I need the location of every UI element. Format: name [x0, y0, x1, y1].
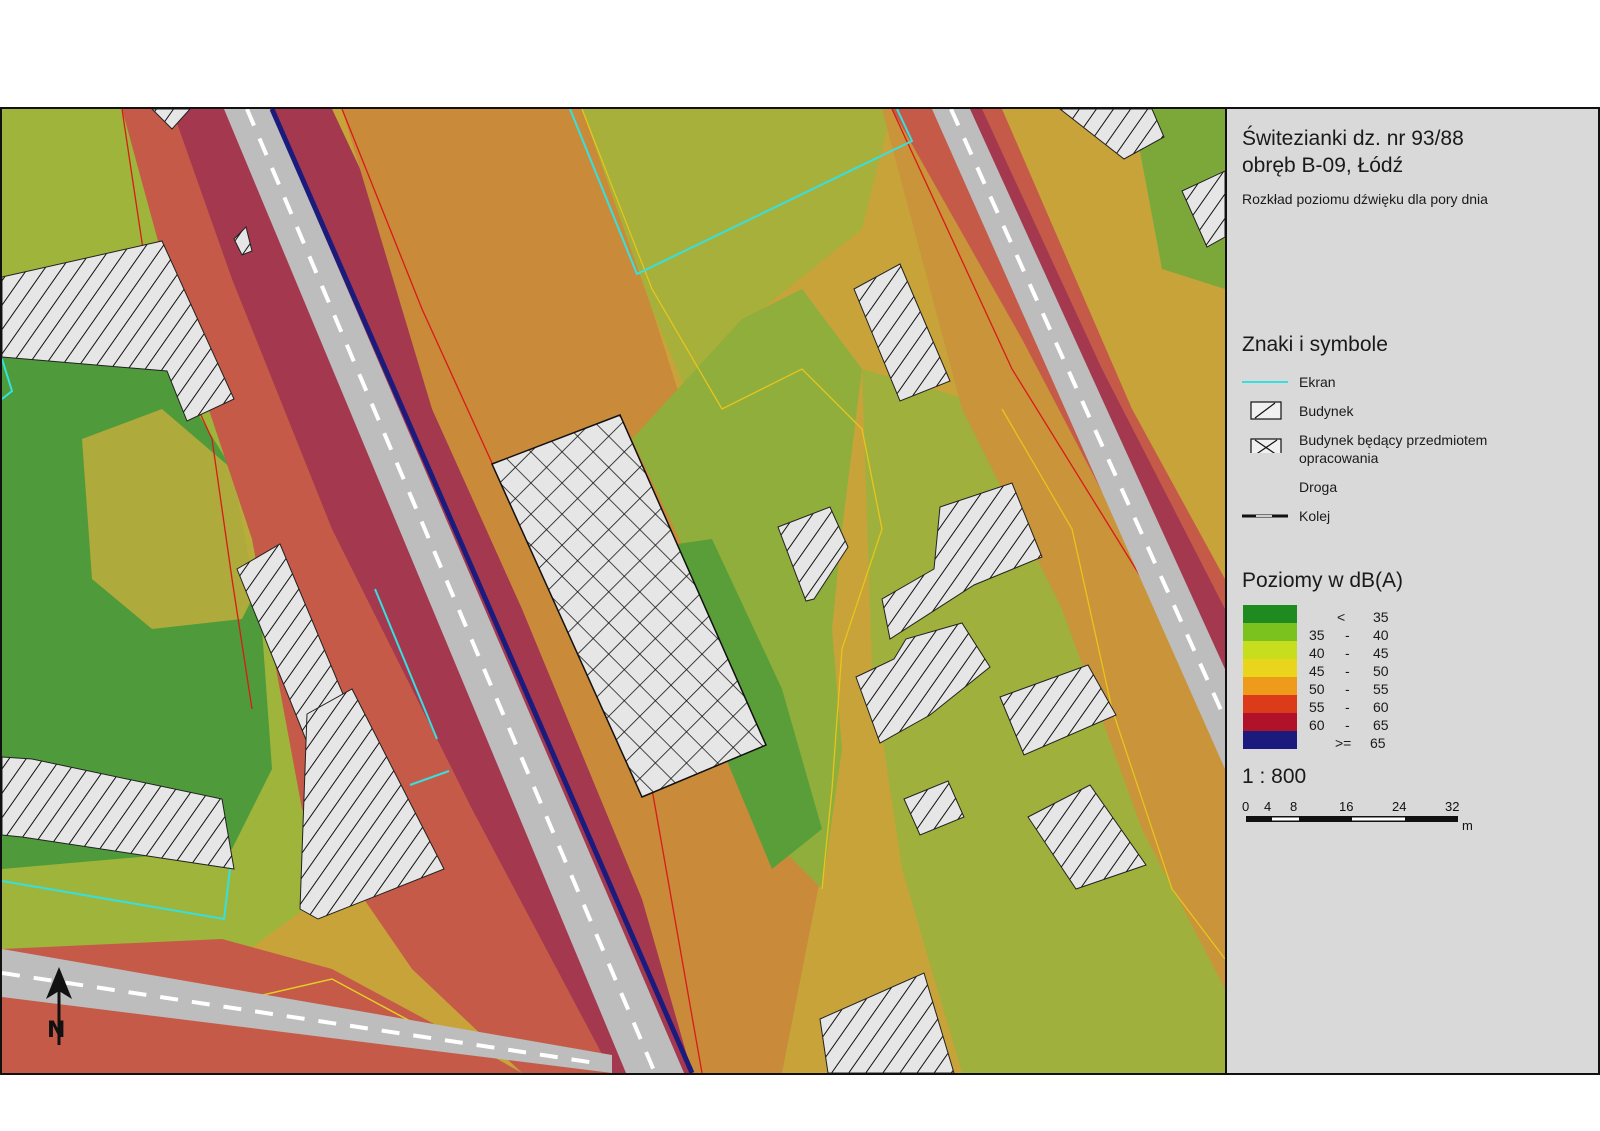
level-from: 60 [1309, 717, 1325, 733]
level-to: 55 [1373, 681, 1389, 697]
legend-item-subject-building: Budynek będący przedmiotem opracowania [1242, 427, 1582, 467]
level-swatch [1243, 731, 1297, 749]
level-label-lt35: < 35 [1309, 609, 1429, 627]
level-to: 50 [1373, 663, 1389, 679]
level-swatch [1243, 659, 1297, 677]
map-title-line1: Świtezianki dz. nr 93/88 [1242, 127, 1464, 150]
legend-label: Droga [1299, 479, 1338, 495]
level-dash: - [1345, 663, 1350, 679]
legend-item-kolej: Kolej [1242, 503, 1582, 529]
scale-tick-label: 8 [1290, 799, 1297, 814]
scale-bar: 0 4 8 16 24 32 m [1242, 799, 1473, 833]
level-label-45-50: 45 - 50 [1309, 663, 1429, 681]
level-from: 55 [1309, 699, 1325, 715]
map-subtitle: Rozkład poziomu dźwięku dla pory dnia [1242, 191, 1488, 207]
level-dash: - [1345, 681, 1350, 697]
north-label: N [47, 1018, 65, 1043]
level-label-60-65: 60 - 65 [1309, 717, 1429, 735]
level-swatch [1243, 623, 1297, 641]
subject-building-icon [1250, 438, 1282, 453]
legend-item-droga: Droga [1242, 474, 1582, 500]
level-from: 35 [1309, 627, 1325, 643]
levels-heading: Poziomy w dB(A) [1242, 569, 1404, 592]
level-to: 45 [1373, 645, 1389, 661]
building-hatch-icon [1250, 401, 1282, 420]
level-from: >= [1335, 735, 1352, 751]
level-to: 35 [1373, 609, 1389, 625]
legend-label-line1: Budynek będący przedmiotem [1299, 432, 1488, 448]
level-dash: - [1345, 717, 1350, 733]
level-swatches [1243, 605, 1297, 749]
level-label-35-40: 35 - 40 [1309, 627, 1429, 645]
level-dash: - [1345, 627, 1350, 643]
level-swatch [1243, 695, 1297, 713]
level-from: 45 [1309, 663, 1325, 679]
scale-tick-label: 24 [1392, 799, 1406, 814]
legend-panel: Świtezianki dz. nr 93/88 obręb B-09, Łód… [1227, 109, 1598, 1073]
noise-map: N [2, 109, 1227, 1073]
scale-tick-label: 16 [1339, 799, 1353, 814]
legend-label: Ekran [1299, 374, 1336, 390]
level-to: 65 [1370, 735, 1386, 751]
map-layout-frame: N Świtezianki dz. nr 93/88 obręb B-09, Ł… [0, 107, 1600, 1075]
scale-ratio: 1 : 800 [1242, 765, 1307, 788]
legend-label-line2: opracowania [1299, 450, 1379, 466]
legend-label: Budynek będący przedmiotem opracowania [1299, 431, 1487, 467]
road-icon [1242, 474, 1290, 500]
level-swatch [1243, 713, 1297, 731]
legend-label: Kolej [1299, 508, 1331, 524]
level-dash: - [1345, 645, 1350, 661]
legend-heading: Znaki i symbole [1242, 333, 1388, 356]
scale-unit: m [1462, 818, 1473, 833]
level-to: 65 [1373, 717, 1389, 733]
level-label-50-55: 50 - 55 [1309, 681, 1429, 699]
railway-icon [1242, 514, 1288, 518]
level-label-55-60: 55 - 60 [1309, 699, 1429, 717]
scale-tick-label: 4 [1264, 799, 1271, 814]
level-from: 50 [1309, 681, 1325, 697]
level-from: < [1337, 609, 1346, 625]
scale-tick-label: 32 [1445, 799, 1459, 814]
level-from: 40 [1309, 645, 1325, 661]
legend-item-budynek: Budynek [1242, 398, 1582, 424]
level-swatch [1243, 641, 1297, 659]
level-to: 60 [1373, 699, 1389, 715]
screen-line-icon [1242, 381, 1288, 383]
level-to: 40 [1373, 627, 1389, 643]
level-swatch [1243, 605, 1297, 623]
level-label-ge65: >= 65 [1309, 735, 1429, 753]
level-swatch [1243, 677, 1297, 695]
legend-label: Budynek [1299, 403, 1354, 419]
map-title-line2: obręb B-09, Łódź [1242, 154, 1404, 177]
scale-tick-label: 0 [1242, 799, 1249, 814]
level-label-40-45: 40 - 45 [1309, 645, 1429, 663]
legend-item-ekran: Ekran [1242, 369, 1582, 395]
level-dash: - [1345, 699, 1350, 715]
